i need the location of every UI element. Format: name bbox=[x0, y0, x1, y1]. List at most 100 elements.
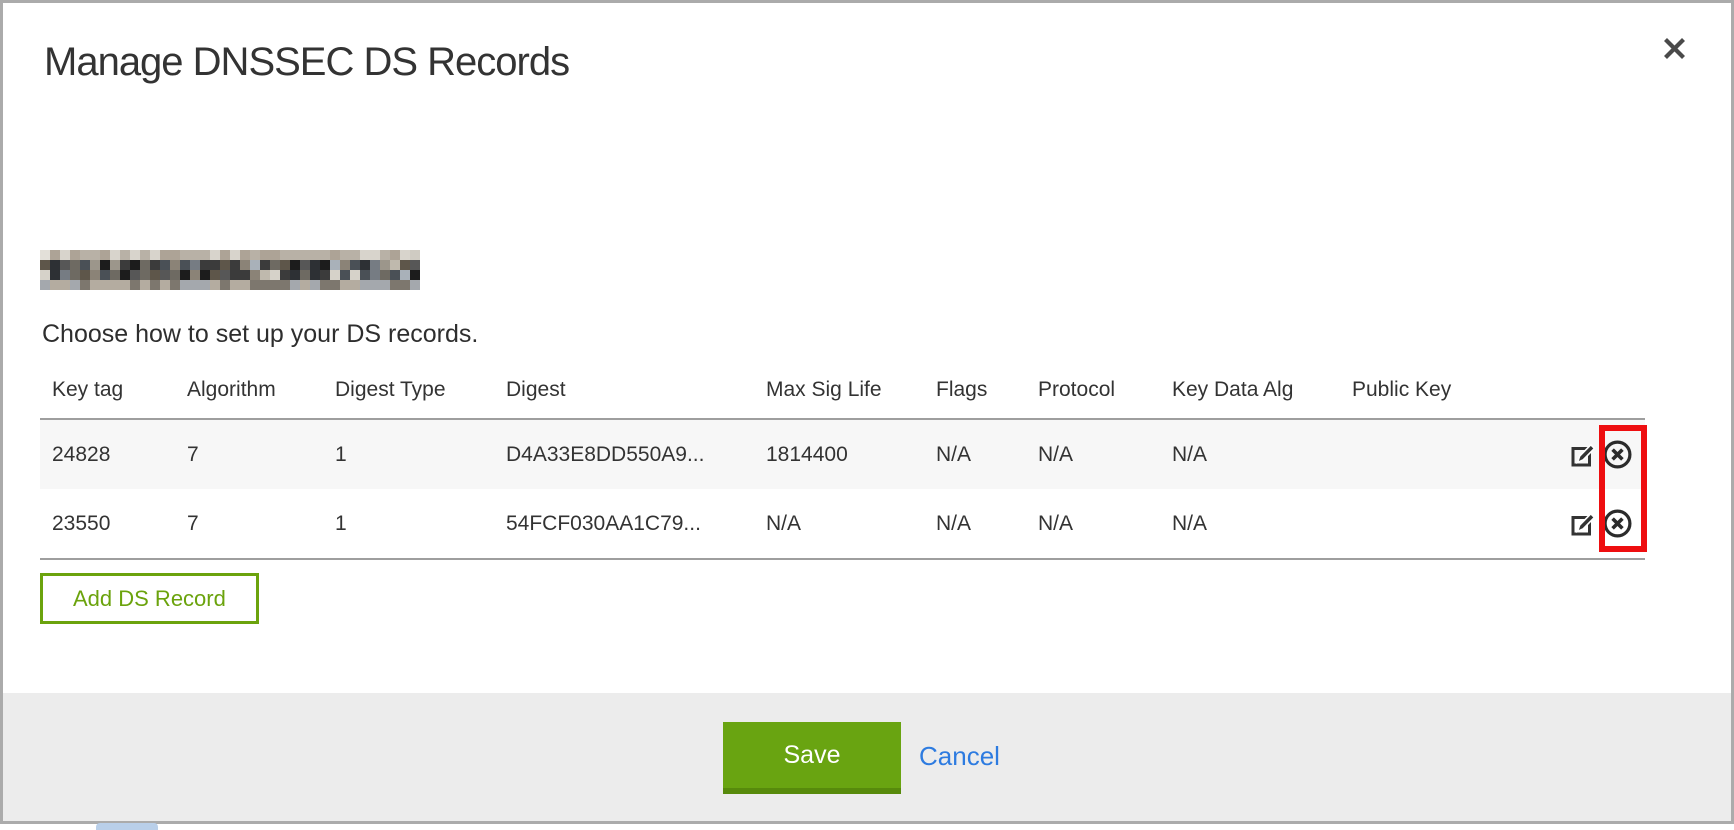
dnssec-ds-records-modal: Manage DNSSEC DS Records Choose how to s… bbox=[0, 0, 1734, 824]
table-cell bbox=[1340, 419, 1535, 489]
ds-records-table: Key tagAlgorithmDigest TypeDigestMax Sig… bbox=[40, 372, 1645, 560]
mosaic-block bbox=[370, 260, 380, 270]
cancel-link[interactable]: Cancel bbox=[919, 741, 1000, 772]
mosaic-block bbox=[340, 260, 350, 270]
mosaic-block bbox=[140, 270, 150, 280]
mosaic-block bbox=[300, 260, 310, 270]
edit-icon bbox=[1571, 441, 1598, 468]
mosaic-block bbox=[240, 270, 250, 280]
row-actions bbox=[1535, 419, 1645, 489]
mosaic-block bbox=[290, 250, 300, 260]
delete-record-button[interactable] bbox=[1602, 439, 1633, 470]
mosaic-block bbox=[230, 270, 240, 280]
mosaic-block bbox=[230, 250, 240, 260]
mosaic-block bbox=[80, 260, 90, 270]
edit-record-button[interactable] bbox=[1571, 441, 1598, 468]
mosaic-block bbox=[300, 280, 310, 290]
table-cell: 1 bbox=[323, 489, 494, 559]
mosaic-block bbox=[190, 280, 200, 290]
mosaic-block bbox=[70, 250, 80, 260]
edit-icon bbox=[1571, 510, 1598, 537]
mosaic-block bbox=[410, 280, 420, 290]
mosaic-block bbox=[40, 270, 50, 280]
mosaic-block bbox=[400, 250, 410, 260]
mosaic-block bbox=[120, 250, 130, 260]
close-button[interactable] bbox=[1652, 26, 1696, 70]
mosaic-block bbox=[60, 250, 70, 260]
delete-record-button[interactable] bbox=[1602, 508, 1633, 539]
mosaic-block bbox=[350, 280, 360, 290]
mosaic-block bbox=[110, 280, 120, 290]
mosaic-block bbox=[320, 270, 330, 280]
mosaic-block bbox=[360, 260, 370, 270]
mosaic-block bbox=[130, 250, 140, 260]
mosaic-block bbox=[350, 260, 360, 270]
mosaic-block bbox=[200, 250, 210, 260]
mosaic-block bbox=[250, 270, 260, 280]
mosaic-block bbox=[160, 260, 170, 270]
mosaic-block bbox=[160, 250, 170, 260]
mosaic-block bbox=[280, 250, 290, 260]
mosaic-block bbox=[390, 280, 400, 290]
modal-footer: Save Cancel bbox=[0, 693, 1734, 824]
mosaic-block bbox=[150, 270, 160, 280]
mosaic-block bbox=[360, 270, 370, 280]
mosaic-block bbox=[70, 270, 80, 280]
mosaic-block bbox=[70, 260, 80, 270]
mosaic-block bbox=[190, 250, 200, 260]
table-cell: N/A bbox=[1160, 489, 1340, 559]
table-cell: 7 bbox=[175, 489, 323, 559]
table-cell: 7 bbox=[175, 419, 323, 489]
screenshot-root: Manage DNSSEC DS Records Choose how to s… bbox=[0, 0, 1734, 830]
table-cell: 23550 bbox=[40, 489, 175, 559]
mosaic-block bbox=[90, 280, 100, 290]
mosaic-block bbox=[180, 270, 190, 280]
mosaic-block bbox=[140, 250, 150, 260]
mosaic-block bbox=[260, 270, 270, 280]
mosaic-block bbox=[80, 280, 90, 290]
column-header: Flags bbox=[924, 372, 1026, 419]
mosaic-block bbox=[40, 250, 50, 260]
mosaic-block bbox=[160, 280, 170, 290]
table-row: 235507154FCF030AA1C79...N/AN/AN/AN/A bbox=[40, 489, 1645, 559]
mosaic-block bbox=[320, 250, 330, 260]
mosaic-block bbox=[290, 260, 300, 270]
row-actions bbox=[1535, 489, 1645, 559]
mosaic-block bbox=[90, 260, 100, 270]
mosaic-block bbox=[50, 270, 60, 280]
table-cell: N/A bbox=[1026, 419, 1160, 489]
background-page-artifact bbox=[96, 823, 158, 830]
mosaic-block bbox=[170, 250, 180, 260]
mosaic-block bbox=[360, 250, 370, 260]
mosaic-block bbox=[410, 260, 420, 270]
table-header-row: Key tagAlgorithmDigest TypeDigestMax Sig… bbox=[40, 372, 1645, 419]
mosaic-block bbox=[370, 280, 380, 290]
mosaic-block bbox=[230, 280, 240, 290]
mosaic-block bbox=[270, 250, 280, 260]
mosaic-block bbox=[310, 260, 320, 270]
delete-circle-icon bbox=[1602, 508, 1633, 539]
mosaic-block bbox=[310, 250, 320, 260]
mosaic-block bbox=[350, 250, 360, 260]
mosaic-block bbox=[210, 270, 220, 280]
mosaic-block bbox=[250, 280, 260, 290]
mosaic-block bbox=[290, 280, 300, 290]
mosaic-block bbox=[300, 250, 310, 260]
column-header: Key Data Alg bbox=[1160, 372, 1340, 419]
table-cell: N/A bbox=[754, 489, 924, 559]
mosaic-block bbox=[400, 280, 410, 290]
mosaic-block bbox=[120, 260, 130, 270]
mosaic-block bbox=[330, 250, 340, 260]
mosaic-block bbox=[280, 270, 290, 280]
mosaic-block bbox=[400, 260, 410, 270]
mosaic-block bbox=[130, 270, 140, 280]
edit-record-button[interactable] bbox=[1571, 510, 1598, 537]
mosaic-block bbox=[400, 270, 410, 280]
mosaic-block bbox=[60, 260, 70, 270]
mosaic-block bbox=[60, 280, 70, 290]
mosaic-block bbox=[180, 260, 190, 270]
mosaic-block bbox=[200, 280, 210, 290]
save-button[interactable]: Save bbox=[723, 722, 901, 794]
add-ds-record-button[interactable]: Add DS Record bbox=[40, 573, 259, 624]
table-cell: D4A33E8DD550A9... bbox=[494, 419, 754, 489]
